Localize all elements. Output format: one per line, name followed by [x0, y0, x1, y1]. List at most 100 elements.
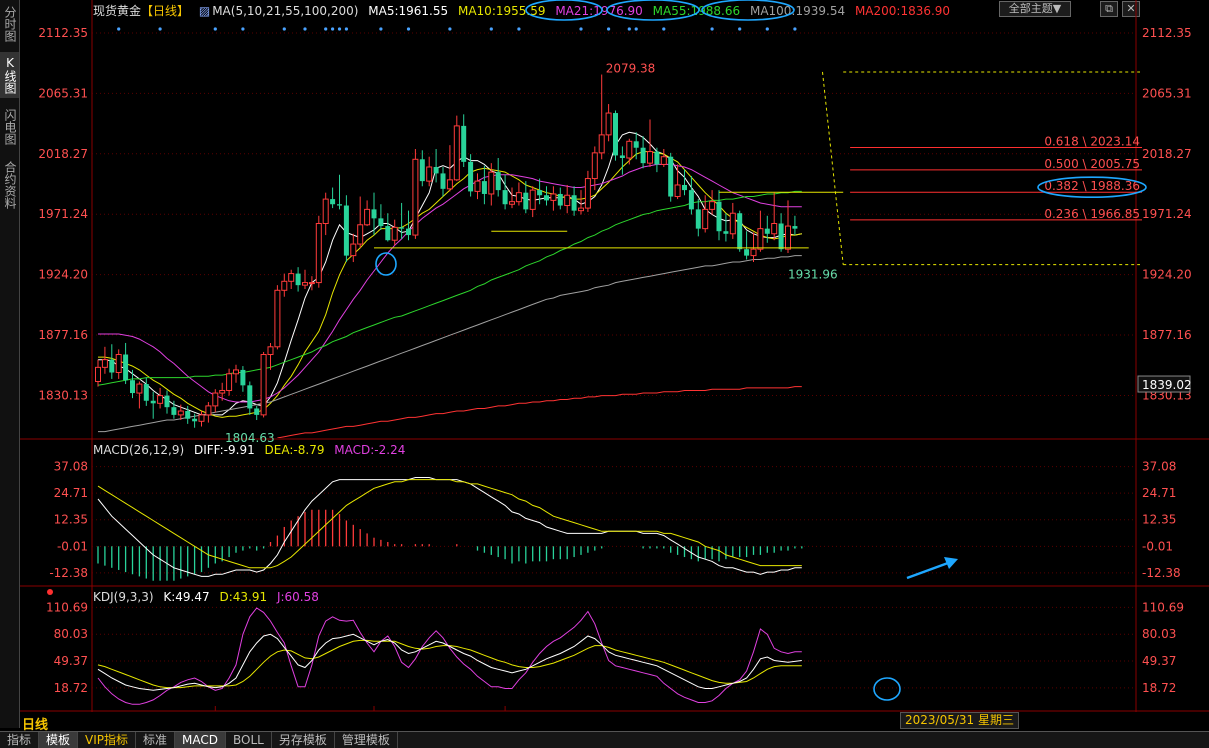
- candle-body-up: [453, 125, 460, 181]
- bottom-tab-indicator[interactable]: 指标: [0, 732, 40, 748]
- candle-body-up: [750, 248, 757, 257]
- main-left-tick: 1924.20: [38, 268, 88, 282]
- candle-body-up: [647, 151, 653, 164]
- candle-body-down: [654, 151, 660, 165]
- candle-body-up: [364, 208, 371, 226]
- macd-left-tick: 12.35: [54, 513, 88, 527]
- candle-body-up: [308, 282, 315, 285]
- fib-label: 0.382 \ 1988.36: [1044, 179, 1140, 193]
- ma21-highlight-ellipse: [525, 0, 603, 21]
- main-left-tick: 1877.16: [38, 328, 88, 342]
- bottom-tab-boll[interactable]: BOLL: [226, 732, 272, 748]
- candle-body-down: [613, 113, 618, 156]
- candle-body-up: [226, 373, 233, 391]
- main-right-tick: 2065.31: [1142, 86, 1192, 100]
- candle-body-down: [399, 227, 405, 229]
- candle-body-up: [564, 194, 571, 207]
- candle-body-down: [682, 184, 687, 191]
- candle-body-down: [240, 369, 246, 386]
- kdj-cross-highlight-circle: [873, 677, 901, 701]
- ma100-highlight-ellipse: [701, 0, 795, 21]
- candle-body-down: [544, 195, 549, 201]
- signal-dot: [579, 27, 583, 31]
- signal-dot: [793, 27, 797, 31]
- rail-tab-flash[interactable]: 闪电图: [0, 104, 19, 150]
- ma10-line: [98, 151, 802, 418]
- ma21-line: [98, 163, 802, 403]
- candle-body-down: [330, 199, 336, 205]
- candle-body-down: [502, 190, 508, 205]
- candle-body-up: [709, 201, 716, 210]
- candle-body-up: [771, 223, 778, 235]
- candle-body-up: [598, 134, 605, 154]
- candle-body-down: [523, 192, 529, 210]
- bottom-tab-macd[interactable]: MACD: [175, 732, 227, 748]
- candle-body-down: [764, 228, 770, 234]
- candle-body-down: [557, 193, 563, 206]
- main-right-tick: 1877.16: [1142, 328, 1192, 342]
- candle-body-up: [584, 178, 591, 209]
- kdj-right-tick: 80.03: [1142, 627, 1176, 641]
- macd-diff-line: [97, 477, 802, 577]
- candle-body-up: [785, 225, 791, 250]
- signal-dot: [517, 27, 521, 31]
- candle-body-up: [322, 198, 329, 225]
- rail-tab-kline[interactable]: K线图: [0, 52, 19, 98]
- bottom-tab-template[interactable]: 模板: [39, 732, 79, 748]
- candle-body-up: [515, 192, 522, 203]
- kdj-right-tick: 49.37: [1142, 654, 1176, 668]
- main-right-tick: 2018.27: [1142, 147, 1192, 161]
- bottom-tab-vip-indicator[interactable]: VIP指标: [78, 732, 137, 748]
- candle-body-up: [605, 112, 612, 136]
- candle-body-down: [130, 380, 135, 394]
- main-left-tick: 2065.31: [38, 86, 88, 100]
- signal-dot: [337, 27, 342, 31]
- candle-body-up: [729, 212, 736, 235]
- candle-body-down: [744, 249, 750, 256]
- candle-body-up: [288, 273, 295, 282]
- candle-body-down: [440, 173, 446, 189]
- recent-low-label: 1931.96: [788, 268, 838, 282]
- candle-body-up: [529, 189, 536, 210]
- candle-body-down: [723, 231, 729, 234]
- candle-body-down: [640, 147, 646, 164]
- rail-tab-timeshare[interactable]: 分时图: [0, 2, 19, 46]
- signal-dot: [738, 27, 742, 31]
- candle-body-up: [198, 414, 205, 422]
- rail-tab-contract-info[interactable]: 合约资料: [0, 156, 19, 214]
- signal-dot: [662, 27, 666, 31]
- macd-right-tick: 24.71: [1142, 486, 1176, 500]
- main-left-tick: 1971.24: [38, 207, 88, 221]
- candle-body-up: [233, 369, 239, 375]
- candle-body-down: [337, 204, 342, 206]
- candle-body-up: [281, 280, 288, 291]
- chart-canvas[interactable]: 2112.35 2112.35 2065.31 2065.31 2018.27 2018.…: [20, 0, 1209, 714]
- candle-body-up: [157, 395, 164, 404]
- candle-body-down: [192, 418, 198, 422]
- main-left-tick: 1830.13: [38, 388, 88, 402]
- candle-body-down: [716, 201, 722, 232]
- signal-dot: [331, 27, 335, 31]
- macd-left-tick: 24.71: [54, 486, 88, 500]
- candle-body-down: [123, 354, 129, 381]
- bottom-template-bar: 指标 模板 VIP指标 标准 MACD BOLL 另存模板 管理模板: [0, 731, 1209, 748]
- signal-dot: [406, 27, 411, 31]
- candle-body-up: [412, 158, 419, 236]
- candle-body-down: [688, 190, 694, 210]
- candle-body-up: [591, 152, 598, 180]
- macd-right-tick: -12.38: [1142, 566, 1181, 580]
- candle-body-up: [115, 354, 122, 373]
- bottom-tab-manage-template[interactable]: 管理模板: [335, 732, 398, 748]
- candle-body-down: [185, 411, 191, 419]
- signal-dot: [324, 27, 328, 31]
- candle-body-up: [509, 201, 515, 205]
- candle-body-down: [695, 209, 701, 229]
- signal-dot: [158, 27, 162, 31]
- kdj-right-tick: 18.72: [1142, 681, 1176, 695]
- high-price-label: 2079.38: [606, 61, 656, 75]
- macd-right-tick: -0.01: [1142, 539, 1173, 553]
- bottom-tab-standard[interactable]: 标准: [136, 732, 176, 748]
- candle-body-up: [274, 289, 281, 348]
- bottom-tab-save-template[interactable]: 另存模板: [272, 732, 335, 748]
- candle-body-down: [143, 384, 149, 401]
